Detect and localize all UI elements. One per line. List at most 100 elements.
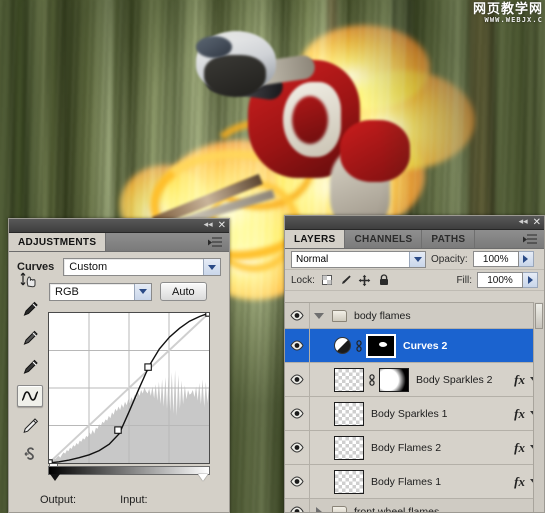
- eye-icon: [290, 408, 304, 419]
- curve-tool-icon[interactable]: [17, 385, 43, 407]
- layer-effects-icon[interactable]: fx: [514, 372, 525, 388]
- layer-visibility-toggle[interactable]: [285, 363, 310, 396]
- layer-visibility-toggle[interactable]: [285, 499, 310, 512]
- adjustments-titlebar[interactable]: ◂◂ ✕: [9, 219, 229, 233]
- curves-plot-area[interactable]: [48, 312, 210, 464]
- watermark: 网页教学网 WWW.WEBJX.C: [473, 3, 543, 24]
- curve-control-point[interactable]: [49, 459, 53, 463]
- blend-opacity-row: Normal Opacity: 100%: [285, 249, 544, 270]
- layers-panel: ◂◂ ✕ LAYERS CHANNELS PATHS Normal Opacit…: [284, 215, 545, 513]
- layer-row[interactable]: front wheel flames: [285, 499, 544, 512]
- tab-channels[interactable]: CHANNELS: [345, 230, 423, 248]
- smooth-curve-icon[interactable]: [17, 443, 43, 465]
- adjustments-tabbar: ADJUSTMENTS: [9, 233, 229, 252]
- curves-adjustment-icon[interactable]: [334, 337, 351, 354]
- lock-transparent-pixels-icon[interactable]: [320, 273, 334, 287]
- blend-mode-value: Normal: [296, 253, 329, 265]
- group-expand-triangle[interactable]: [310, 506, 328, 512]
- curves-svg[interactable]: [49, 313, 209, 463]
- white-point-slider[interactable]: [198, 474, 208, 481]
- scrollbar-thumb[interactable]: [535, 303, 543, 329]
- transparent-layer-thumbnail[interactable]: [334, 401, 364, 426]
- layer-visibility-toggle[interactable]: [285, 431, 310, 464]
- opacity-value[interactable]: 100%: [472, 251, 519, 267]
- layer-row[interactable]: Body Flames 2 fx: [285, 431, 544, 465]
- curve-control-point[interactable]: [114, 426, 122, 434]
- layer-row[interactable]: Body Sparkles 1 fx: [285, 397, 544, 431]
- blend-mode-select[interactable]: Normal: [291, 250, 426, 268]
- collapse-icon[interactable]: ◂◂: [519, 217, 528, 228]
- eyedropper-gray-point-icon[interactable]: [17, 327, 43, 349]
- eyedropper-white-point-icon[interactable]: [17, 356, 43, 378]
- panel-menu-icon[interactable]: [523, 234, 539, 244]
- layer-effects-icon[interactable]: fx: [514, 406, 525, 422]
- transparent-layer-thumbnail[interactable]: [334, 367, 364, 392]
- fill-arrow-icon[interactable]: [523, 272, 538, 288]
- channel-value: RGB: [55, 285, 79, 298]
- layer-visibility-toggle[interactable]: [285, 397, 310, 430]
- eye-icon: [290, 374, 304, 385]
- layer-name[interactable]: Curves 2: [403, 340, 544, 352]
- layer-name[interactable]: front wheel flames: [354, 506, 544, 513]
- pencil-tool-icon[interactable]: [17, 414, 43, 436]
- chevron-down-icon[interactable]: [203, 259, 220, 275]
- eye-icon: [290, 506, 304, 512]
- layer-effects-icon[interactable]: fx: [514, 474, 525, 490]
- layer-row[interactable]: Body Sparkles 2 fx: [285, 363, 544, 397]
- curve-control-point[interactable]: [205, 313, 209, 317]
- layers-titlebar[interactable]: ◂◂ ✕: [285, 216, 544, 230]
- transparent-layer-thumbnail[interactable]: [334, 469, 364, 494]
- layer-row[interactable]: Body Flames 1 fx: [285, 465, 544, 499]
- lock-position-icon[interactable]: [358, 273, 372, 287]
- layer-name[interactable]: Body Sparkles 1: [371, 408, 514, 420]
- adjustments-tool-strip: [13, 269, 47, 465]
- layer-name[interactable]: Body Flames 1: [371, 476, 514, 488]
- eyedropper-black-point-icon[interactable]: [17, 298, 43, 320]
- lock-all-icon[interactable]: [377, 273, 391, 287]
- collapse-icon[interactable]: ◂◂: [204, 220, 213, 231]
- folder-icon: [332, 309, 347, 322]
- layer-effects-icon[interactable]: fx: [514, 440, 525, 456]
- layer-visibility-toggle[interactable]: [285, 303, 310, 328]
- layer-mask-link-icon[interactable]: [367, 373, 376, 387]
- opacity-label: Opacity:: [431, 253, 468, 265]
- curve-control-point[interactable]: [144, 363, 152, 371]
- fill-stepper[interactable]: 100%: [477, 272, 538, 288]
- layer-name[interactable]: body flames: [354, 310, 544, 322]
- channel-select[interactable]: RGB: [49, 282, 152, 301]
- black-mask-thumbnail[interactable]: [366, 333, 396, 358]
- opacity-stepper[interactable]: 100%: [472, 251, 534, 267]
- curves-graph[interactable]: [48, 312, 210, 464]
- layer-name[interactable]: Body Sparkles 2: [416, 374, 514, 386]
- input-label: Input:: [120, 494, 148, 506]
- white-mask-thumbnail[interactable]: [379, 367, 409, 392]
- close-icon[interactable]: ✕: [533, 217, 541, 228]
- layer-visibility-toggle[interactable]: [285, 329, 310, 362]
- lock-image-pixels-icon[interactable]: [339, 273, 353, 287]
- tab-layers[interactable]: LAYERS: [285, 230, 346, 248]
- group-collapse-triangle[interactable]: [310, 312, 328, 319]
- layer-visibility-toggle[interactable]: [285, 465, 310, 498]
- layer-row[interactable]: Curves 2: [285, 329, 544, 363]
- opacity-arrow-icon[interactable]: [518, 251, 534, 267]
- layer-list[interactable]: body flames Curves 2 Body Sparkles 2 fx Body…: [285, 302, 544, 512]
- layers-scrollbar[interactable]: [533, 302, 544, 512]
- tab-paths[interactable]: PATHS: [422, 230, 476, 248]
- layer-name[interactable]: Body Flames 2: [371, 442, 514, 454]
- target-adjust-icon[interactable]: [17, 269, 43, 291]
- black-point-slider[interactable]: [50, 474, 60, 481]
- layer-mask-link-icon[interactable]: [354, 339, 363, 353]
- curves-preset-select[interactable]: Custom: [63, 258, 221, 276]
- tab-adjustments[interactable]: ADJUSTMENTS: [9, 233, 107, 251]
- auto-button[interactable]: Auto: [160, 282, 207, 301]
- chevron-down-icon[interactable]: [409, 251, 425, 267]
- close-icon[interactable]: ✕: [218, 220, 226, 231]
- panel-menu-icon[interactable]: [208, 237, 224, 247]
- transparent-layer-thumbnail[interactable]: [334, 435, 364, 460]
- chevron-down-icon[interactable]: [134, 283, 151, 300]
- eye-icon: [290, 442, 304, 453]
- eye-icon: [290, 340, 304, 351]
- eye-icon: [290, 476, 304, 487]
- fill-value[interactable]: 100%: [477, 272, 523, 288]
- layer-row[interactable]: body flames: [285, 303, 544, 329]
